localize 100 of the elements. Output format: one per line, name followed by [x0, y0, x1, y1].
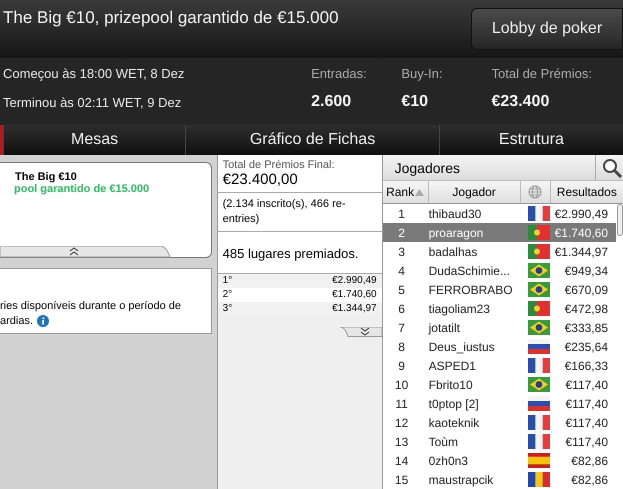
- tab[interactable]: Mesas: [3, 125, 186, 155]
- result-cell-text: €949,34: [564, 264, 609, 278]
- player-name: FERROBRABO: [428, 282, 514, 296]
- prize-cell: €1.740,60: [332, 289, 377, 301]
- rank-cell-text: 12: [394, 416, 410, 430]
- player-name: Toùm: [428, 434, 459, 448]
- rank-cell-text: 2: [397, 226, 406, 240]
- prize-cell: €1.344,97: [332, 303, 377, 315]
- globe-icon: [528, 185, 542, 199]
- result-cell-text: €117,40: [564, 396, 609, 410]
- player-name: ASPED1: [428, 358, 477, 372]
- player-row[interactable]: 12 kaoteknik €117,40: [382, 413, 616, 432]
- flag-icon: [528, 339, 550, 354]
- stat-value: 2.600: [311, 93, 352, 111]
- rank-cell-text: 9: [397, 358, 406, 372]
- result-cell-text: €670,09: [564, 282, 609, 296]
- entrants-text: (2.134 inscrito(s), 466 re-entries): [222, 197, 347, 227]
- rank-cell-text: 4: [397, 264, 406, 278]
- search-button[interactable]: [595, 155, 623, 180]
- player-row[interactable]: 5 FERROBRABO €670,09: [382, 280, 616, 299]
- rank-cell-text: 13: [394, 434, 410, 448]
- result-cell-text: €117,40: [564, 378, 609, 392]
- result-cell-text: €117,40: [564, 434, 609, 448]
- tab[interactable]: Gráfico de Fichas: [185, 125, 439, 155]
- flag-icon: [528, 320, 550, 335]
- flag-icon: [528, 301, 550, 316]
- notice-text: ardias.: [0, 315, 34, 327]
- stat-value: €10: [401, 93, 428, 111]
- player-name: maustrapcik: [428, 472, 494, 486]
- player-row[interactable]: 14 0zh0n3 €82,86: [382, 451, 616, 470]
- rank-cell-text: 8: [397, 340, 406, 354]
- end-time: Terminou às 02:11 WET, 9 Dez: [3, 95, 182, 110]
- player-name: proaragon: [428, 226, 484, 240]
- rank-cell-text: 5: [397, 282, 406, 296]
- column-header[interactable]: [520, 181, 551, 203]
- result-cell-text: €472,98: [564, 302, 609, 316]
- stat-label: Buy-In:: [401, 66, 442, 81]
- tab[interactable]: Estrutura: [438, 125, 623, 155]
- search-icon: [602, 158, 622, 178]
- player-name: Fbrito10: [428, 378, 474, 392]
- start-time: Começou às 18:00 WET, 8 Dez: [3, 66, 186, 81]
- rank-cell-text: 15: [394, 472, 410, 486]
- player-row[interactable]: 3 badalhas €1.344,97: [382, 242, 616, 261]
- player-row[interactable]: 6 tiagoliam23 €472,98: [382, 299, 616, 318]
- collapse-tab[interactable]: [340, 327, 382, 337]
- player-name: DudaSchimie...: [428, 264, 511, 278]
- paid-places: 485 lugares premiados.: [222, 246, 360, 261]
- player-row[interactable]: 4 DudaSchimie... €949,34: [382, 261, 616, 280]
- player-name: kaoteknik: [428, 416, 480, 430]
- rank-cell-text: 14: [394, 454, 410, 468]
- stat-label: Entradas:: [311, 66, 367, 81]
- stat-label: Total de Prémios:: [492, 66, 592, 81]
- result-cell-text: €1.740,60: [554, 226, 609, 240]
- flag-icon: [528, 434, 550, 449]
- player-row[interactable]: 7 jotatilt €333,85: [382, 318, 616, 337]
- player-name: 0zh0n3: [428, 454, 469, 468]
- player-row[interactable]: 2 proaragon €1.740,60: [382, 223, 616, 242]
- total-label: Total de Prémios Final:: [222, 159, 336, 171]
- rank-cell-text: 11: [394, 396, 409, 410]
- expand-tab[interactable]: [0, 246, 172, 258]
- result-cell-text: €117,40: [564, 416, 609, 430]
- result-cell-text: €235,64: [564, 340, 609, 354]
- lobby-button[interactable]: Lobby de poker: [471, 8, 623, 50]
- player-row[interactable]: 15 maustrapcik €82,86: [382, 470, 616, 489]
- player-row[interactable]: 9 ASPED1 €166,33: [382, 356, 616, 375]
- player-row[interactable]: 8 Deus_iustus €235,64: [382, 337, 616, 356]
- player-name: thibaud30: [428, 206, 482, 220]
- stat-value: €23.400: [492, 93, 550, 111]
- flag-icon: [528, 472, 550, 487]
- result-cell-text: €82,86: [570, 454, 609, 468]
- flag-icon: [528, 244, 550, 259]
- rank-cell-text: 7: [397, 320, 406, 334]
- flag-icon: [528, 358, 550, 373]
- flag-icon: [528, 282, 550, 297]
- place-cell: 3°: [222, 303, 232, 315]
- column-header[interactable]: Rank: [382, 181, 429, 203]
- rank-cell-text: 3: [397, 244, 406, 258]
- rank-cell-text: 6: [397, 302, 406, 316]
- result-cell-text: €333,85: [564, 320, 609, 334]
- total-value: €23.400,00: [222, 171, 299, 188]
- flag-icon: [528, 453, 550, 468]
- player-name: t0ptop [2]: [428, 396, 480, 410]
- card-subtitle: pool garantido de €15.000: [14, 183, 150, 195]
- flag-icon: [528, 377, 550, 392]
- scrollbar[interactable]: [617, 204, 623, 236]
- rank-cell-text: 10: [394, 378, 410, 392]
- place-cell: 1°: [222, 275, 232, 287]
- info-icon[interactable]: [37, 315, 50, 327]
- tournament-title: The Big €10, prizepool garantido de €15.000: [2, 7, 339, 28]
- player-row[interactable]: 11 t0ptop [2] €117,40: [382, 394, 616, 413]
- column-header[interactable]: Resultados: [550, 181, 623, 203]
- flag-icon: [528, 415, 550, 430]
- rank-cell-text: 1: [397, 206, 406, 220]
- column-header[interactable]: Jogador: [428, 181, 521, 203]
- player-name: Deus_iustus: [428, 340, 496, 354]
- player-row[interactable]: 10 Fbrito10 €117,40: [382, 375, 616, 394]
- player-row[interactable]: 1 thibaud30 €2.990,49: [382, 204, 616, 223]
- flag-icon: [528, 206, 550, 221]
- result-cell-text: €1.344,97: [554, 244, 609, 258]
- player-row[interactable]: 13 Toùm €117,40: [382, 432, 616, 451]
